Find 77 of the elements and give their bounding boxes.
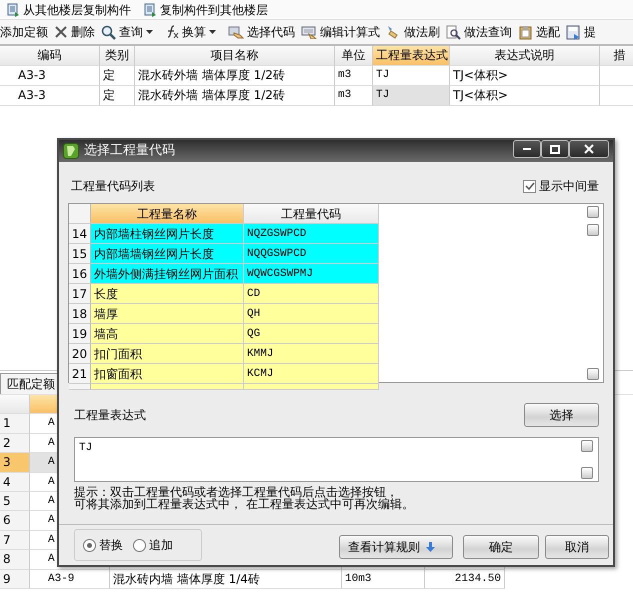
table-cell: TJ<体积> xyxy=(450,86,600,106)
column-header[interactable]: 工程量名称 xyxy=(91,204,244,224)
table-cell: 混水砖外墙 墙体厚度 1/2砖 xyxy=(135,66,335,86)
table-cell[interactable]: 外墙外侧满挂钢丝网片面积 xyxy=(91,264,244,284)
table-cell[interactable]: 墙厚 xyxy=(91,304,244,324)
table-cell[interactable]: KCMJ xyxy=(244,364,379,384)
column-header[interactable]: 工程量代码 xyxy=(244,204,379,224)
column-header[interactable]: 类别 xyxy=(100,46,135,66)
row-number: 14 xyxy=(69,224,91,244)
row-number: 16 xyxy=(69,264,91,284)
table-cell[interactable]: KMMJ xyxy=(244,344,379,364)
row-number: 17 xyxy=(69,284,91,304)
rules-button[interactable]: 查看计算规则 xyxy=(339,535,453,559)
table-cell[interactable]: NQQGSWPCD xyxy=(244,244,379,264)
row-number: 1 xyxy=(0,414,30,434)
table-cell[interactable]: QH xyxy=(244,304,379,324)
table-cell: TJ xyxy=(373,86,450,106)
checkbox[interactable]: 显示中间量 xyxy=(523,177,599,195)
toolbar-button[interactable]: 从其他楼层复制构件 xyxy=(3,0,134,18)
window-title: 选择工程量代码 xyxy=(84,142,176,160)
table-cell[interactable]: 内部墙柱钢丝网片长度 xyxy=(91,224,244,244)
row-number: 8 xyxy=(0,550,30,570)
toolbar-button[interactable]: 查询 xyxy=(98,23,156,41)
table-cell[interactable]: 墙高 xyxy=(91,324,244,344)
ok-button[interactable]: 确定 xyxy=(463,535,539,559)
table-cell: A3-3 xyxy=(0,86,100,106)
table-cell[interactable]: CD xyxy=(244,284,379,304)
table-cell[interactable]: 扣窗面积 xyxy=(91,364,244,384)
table-cell[interactable]: 扣门面积 xyxy=(91,344,244,364)
toolbar-button[interactable]: 复制构件到其他楼层 xyxy=(140,0,271,18)
row-number: 3 xyxy=(0,453,30,473)
toolbar-button[interactable]: 换算 xyxy=(162,23,219,41)
expression-field[interactable]: TJ xyxy=(74,437,599,482)
table-cell: A3-9 xyxy=(30,570,110,589)
row-number: 5 xyxy=(0,492,30,512)
row-number: 7 xyxy=(0,530,30,550)
row-number: 20 xyxy=(69,344,91,364)
row-number: 2 xyxy=(0,434,30,454)
row-number: 19 xyxy=(69,324,91,344)
choose-button[interactable]: 选择 xyxy=(524,403,599,427)
table-cell[interactable]: WQWCGSWPMJ xyxy=(244,264,379,284)
table-cell: m3 xyxy=(335,66,373,86)
cancel-button[interactable]: 取消 xyxy=(545,535,609,559)
toolbar-button[interactable]: 删除 xyxy=(51,23,98,41)
row-number: 21 xyxy=(69,364,91,384)
table-cell: 混水砖外墙 墙体厚度 1/2砖 xyxy=(135,86,335,106)
table-cell[interactable]: NQZGSWPCD xyxy=(244,224,379,244)
table-cell: 定 xyxy=(100,66,135,86)
column-header[interactable]: 项目名称 xyxy=(135,46,335,66)
column-header[interactable]: 编码 xyxy=(0,46,100,66)
section-label: 工程量代码列表 xyxy=(71,178,155,195)
table-cell: 定 xyxy=(100,86,135,106)
toolbar-button[interactable]: 添加定额 xyxy=(0,23,51,41)
column-header[interactable]: 表达式说明 xyxy=(450,46,600,66)
row-number: 18 xyxy=(69,304,91,324)
table-cell: A3-3 xyxy=(0,66,100,86)
toolbar-button[interactable]: 选择代码 xyxy=(225,23,298,41)
row-number: 4 xyxy=(0,472,30,492)
toolbar-button[interactable]: 做法刷 xyxy=(383,23,443,41)
row-number: 6 xyxy=(0,511,30,531)
table-cell[interactable]: 内部墙墙钢丝网片长度 xyxy=(91,244,244,264)
toolbar-button[interactable]: 选配 xyxy=(515,23,563,41)
table-cell: TJ<体积> xyxy=(450,66,600,86)
toolbar-button[interactable]: 编辑计算式 xyxy=(298,23,383,41)
row-number: 9 xyxy=(0,570,30,589)
column-header[interactable]: 措 xyxy=(600,46,633,66)
radio-button[interactable]: 追加 xyxy=(133,536,173,554)
table-cell[interactable]: 长度 xyxy=(91,284,244,304)
column-header[interactable]: 单位 xyxy=(335,46,373,66)
table-cell: 混水砖内墙 墙体厚度 1/4砖 xyxy=(110,570,342,589)
column-header[interactable]: 工程量表达式 xyxy=(373,46,450,66)
toolbar-button[interactable]: 提 xyxy=(563,23,599,41)
row-number: 15 xyxy=(69,244,91,264)
table-cell[interactable]: QG xyxy=(244,324,379,344)
table-cell: 2134.50 xyxy=(425,570,505,589)
toolbar-button[interactable]: 做法查询 xyxy=(443,23,515,41)
table-cell: 10m3 xyxy=(342,570,425,589)
